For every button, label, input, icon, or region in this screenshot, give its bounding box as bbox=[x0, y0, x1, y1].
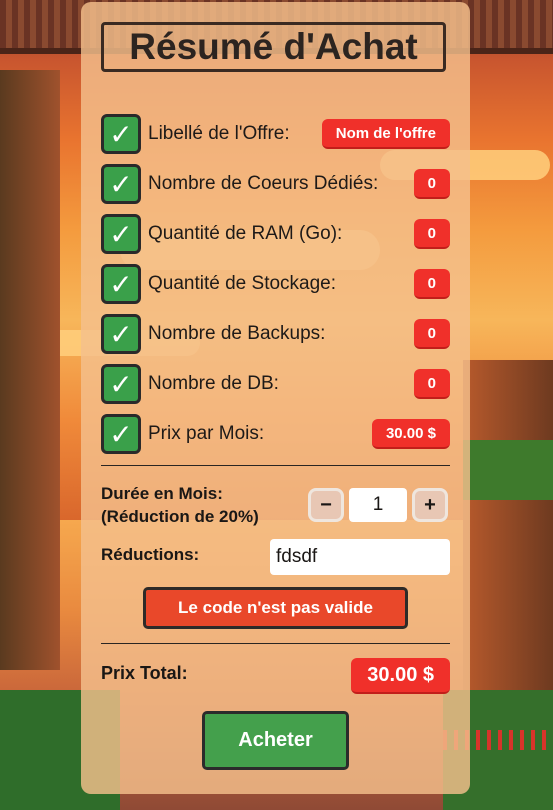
buy-button[interactable]: Acheter bbox=[202, 711, 349, 770]
divider bbox=[101, 643, 450, 644]
reduction-code-input[interactable] bbox=[270, 539, 450, 575]
reductions-label: Réductions: bbox=[101, 545, 200, 564]
page-title: Résumé d'Achat bbox=[101, 22, 446, 72]
row-label: Nombre de DB: bbox=[148, 373, 279, 394]
row-value-badge: 0 bbox=[413, 269, 450, 299]
duration-minus-button[interactable]: − bbox=[308, 488, 344, 522]
summary-row-cores: ✓ Nombre de Coeurs Dédiés: 0 bbox=[101, 164, 450, 204]
row-label: Nombre de Coeurs Dédiés: bbox=[148, 173, 379, 194]
check-icon[interactable]: ✓ bbox=[101, 114, 141, 154]
row-label: Libellé de l'Offre: bbox=[148, 123, 290, 144]
cliff-left bbox=[0, 70, 60, 670]
summary-row-backups: ✓ Nombre de Backups: 0 bbox=[101, 314, 450, 354]
summary-row-offer-label: ✓ Libellé de l'Offre: Nom de l'offre bbox=[101, 114, 450, 154]
summary-row-storage: ✓ Quantité de Stockage: 0 bbox=[101, 264, 450, 304]
row-value-badge: Nom de l'offre bbox=[321, 119, 450, 149]
check-icon[interactable]: ✓ bbox=[101, 364, 141, 404]
row-label: Quantité de Stockage: bbox=[148, 273, 337, 294]
summary-row-ram: ✓ Quantité de RAM (Go): 0 bbox=[101, 214, 450, 254]
duration-input[interactable] bbox=[349, 488, 407, 522]
summary-row-db: ✓ Nombre de DB: 0 bbox=[101, 364, 450, 404]
cliff-right bbox=[463, 360, 553, 690]
total-price-badge: 30.00 $ bbox=[351, 658, 450, 694]
row-value-badge: 0 bbox=[413, 169, 450, 199]
row-label: Nombre de Backups: bbox=[148, 323, 326, 344]
duration-label-line1: Durée en Mois: bbox=[101, 484, 223, 503]
duration-plus-button[interactable]: + bbox=[412, 488, 448, 522]
invalid-code-message: Le code n'est pas valide bbox=[143, 587, 408, 629]
row-value-badge: 0 bbox=[413, 219, 450, 249]
purchase-summary-panel: Résumé d'Achat ✓ Libellé de l'Offre: Nom… bbox=[81, 2, 470, 794]
duration-label: Durée en Mois: (Réduction de 20%) bbox=[101, 482, 301, 528]
check-icon[interactable]: ✓ bbox=[101, 314, 141, 354]
row-label: Quantité de RAM (Go): bbox=[148, 223, 343, 244]
check-icon[interactable]: ✓ bbox=[101, 414, 141, 454]
row-value-badge: 0 bbox=[413, 319, 450, 349]
summary-row-monthly-price: ✓ Prix par Mois: 30.00 $ bbox=[101, 414, 450, 454]
row-value-badge: 0 bbox=[413, 369, 450, 399]
duration-label-line2: (Réduction de 20%) bbox=[101, 507, 259, 526]
total-price-label: Prix Total: bbox=[101, 663, 188, 683]
check-icon[interactable]: ✓ bbox=[101, 214, 141, 254]
divider bbox=[101, 465, 450, 466]
check-icon[interactable]: ✓ bbox=[101, 164, 141, 204]
row-value-badge: 30.00 $ bbox=[371, 419, 450, 449]
check-icon[interactable]: ✓ bbox=[101, 264, 141, 304]
grass-right bbox=[463, 440, 553, 500]
row-label: Prix par Mois: bbox=[148, 423, 265, 444]
